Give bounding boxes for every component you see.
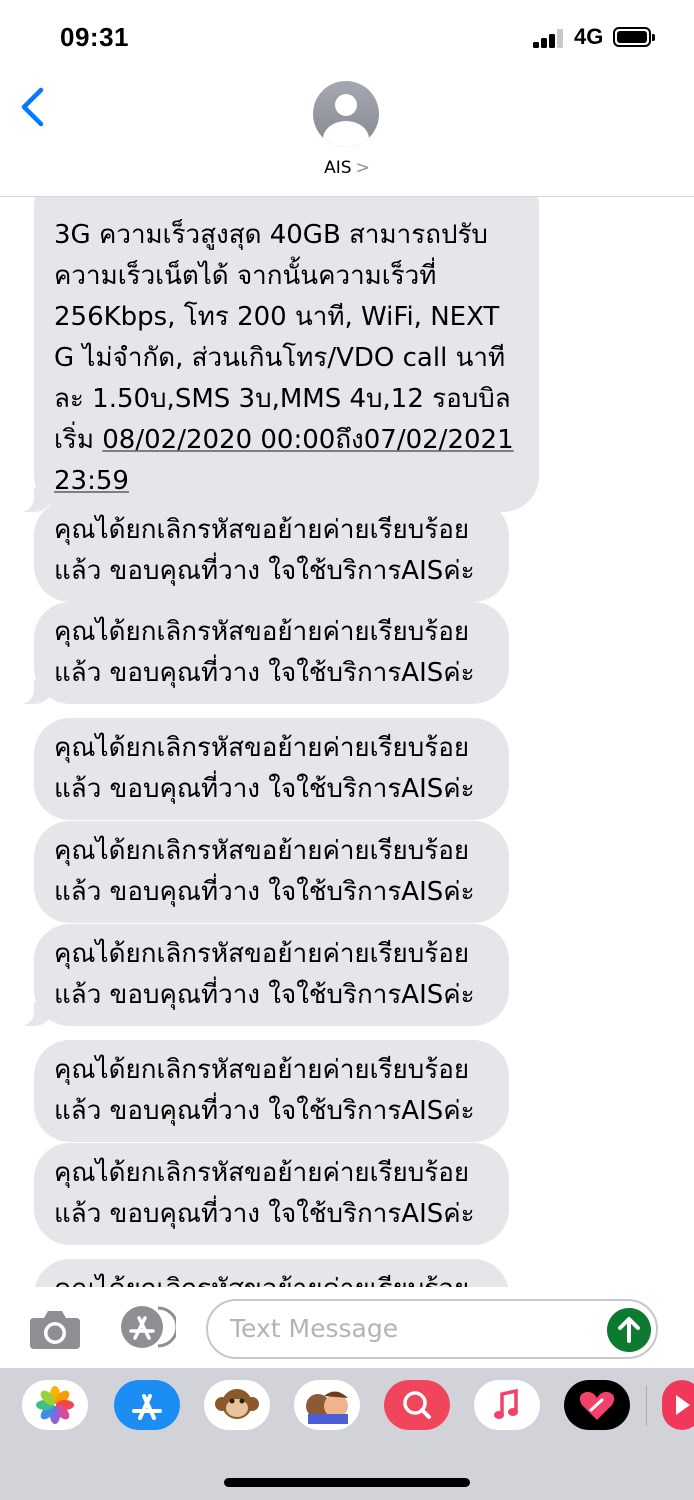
message-line: คุณได้ยกเลิกรหัสขอย้ายค่ายเรียบร้อย: [54, 733, 470, 763]
message-line: 23:59: [54, 461, 517, 502]
message-line: เริ่ม 08/02/2020 00:00ถึง07/02/2021: [54, 425, 514, 455]
back-chevron-icon[interactable]: [18, 86, 48, 128]
message-bubble[interactable]: คุณได้ยกเลิกรหัสขอย้ายค่ายเรียบร้อย แล้ว…: [34, 1259, 509, 1287]
message-list[interactable]: 3G ความเร็วสูงสุด 40GB สามารถปรับ ความเร…: [0, 197, 694, 1287]
message-line: 256Kbps, โทร 200 นาที, WiFi, NEXT: [54, 302, 500, 332]
message-line: แล้ว ขอบคุณที่วาง ใจใช้บริการAISค่ะ: [54, 1096, 475, 1126]
contact-avatar[interactable]: [313, 81, 379, 147]
message-line: แล้ว ขอบคุณที่วาง ใจใช้บริการAISค่ะ: [54, 877, 475, 907]
message-line: 3G ความเร็วสูงสุด 40GB สามารถปรับ: [54, 220, 488, 250]
status-time: 09:31: [60, 22, 129, 52]
cellular-signal-icon: [533, 28, 567, 48]
date-link[interactable]: 08/02/2020 00:00ถึง07/02/2021: [102, 425, 513, 455]
message-bubble[interactable]: คุณได้ยกเลิกรหัสขอย้ายค่ายเรียบร้อย แล้ว…: [12, 924, 509, 1026]
message-line: แล้ว ขอบคุณที่วาง ใจใช้บริการAISค่ะ: [54, 980, 475, 1010]
camera-icon[interactable]: [28, 1308, 82, 1350]
status-bar: 09:31 4G: [0, 0, 694, 72]
message-line: แล้ว ขอบคุณที่วาง ใจใช้บริการAISค่ะ: [54, 658, 475, 688]
compose-bar: Text Message: [0, 1288, 694, 1368]
app-store-icon[interactable]: [114, 1380, 180, 1430]
network-type: 4G: [574, 24, 604, 49]
conversation-header: AIS >: [0, 72, 694, 197]
battery-icon: [613, 27, 655, 47]
animoji-monkey-icon[interactable]: [204, 1380, 270, 1430]
chevron-right-icon: >: [355, 158, 370, 178]
message-line: G ไม่จำกัด, ส่วนเกินโทร/VDO call นาที: [54, 343, 506, 373]
digital-touch-heart-icon[interactable]: [564, 1380, 630, 1430]
imessage-app-drawer: [0, 1368, 694, 1500]
photos-app-icon[interactable]: [22, 1380, 88, 1430]
message-line: คุณได้ยกเลิกรหัสขอย้ายค่ายเรียบร้อย: [54, 836, 470, 866]
message-line: ความเร็วเน็ตได้ จากนั้นความเร็วที่: [54, 261, 437, 291]
message-line: คุณได้ยกเลิกรหัสขอย้ายค่ายเรียบร้อย: [54, 515, 470, 545]
message-input[interactable]: Text Message: [206, 1299, 658, 1359]
message-line: แล้ว ขอบคุณที่วาง ใจใช้บริการAISค่ะ: [54, 1199, 475, 1229]
message-bubble[interactable]: คุณได้ยกเลิกรหัสขอย้ายค่ายเรียบร้อย แล้ว…: [34, 1040, 509, 1142]
message-bubble[interactable]: คุณได้ยกเลิกรหัสขอย้ายค่ายเรียบร้อย แล้ว…: [34, 718, 509, 820]
message-line: ละ 1.50บ,SMS 3บ,MMS 4บ,12 รอบบิล: [54, 384, 511, 414]
message-line: แล้ว ขอบคุณที่วาง ใจใช้บริการAISค่ะ: [54, 556, 475, 586]
message-line: แล้ว ขอบคุณที่วาง ใจใช้บริการAISค่ะ: [54, 774, 475, 804]
message-line: คุณได้ยกเลิกรหัสขอย้ายค่ายเรียบร้อย: [54, 939, 470, 969]
app-store-apps-icon[interactable]: [118, 1304, 176, 1350]
drawer-divider: [646, 1386, 647, 1426]
time-link[interactable]: 23:59: [54, 466, 129, 496]
message-bubble[interactable]: คุณได้ยกเลิกรหัสขอย้ายค่ายเรียบร้อย แล้ว…: [34, 1143, 509, 1245]
message-line: [54, 197, 517, 215]
message-input-placeholder: Text Message: [230, 1314, 399, 1343]
contact-name: AIS: [324, 158, 352, 178]
contact-name-button[interactable]: AIS >: [0, 158, 694, 178]
message-bubble[interactable]: คุณได้ยกเลิกรหัสขอย้ายค่ายเรียบร้อย แล้ว…: [34, 821, 509, 923]
memoji-icon[interactable]: [294, 1380, 360, 1430]
web-image-search-icon[interactable]: [384, 1380, 450, 1430]
message-line: คุณได้ยกเลิกรหัสขอย้ายค่ายเรียบร้อย: [54, 1269, 487, 1287]
music-icon[interactable]: [474, 1380, 540, 1430]
message-line: คุณได้ยกเลิกรหัสขอย้ายค่ายเรียบร้อย: [54, 1158, 470, 1188]
message-line: คุณได้ยกเลิกรหัสขอย้ายค่ายเรียบร้อย: [54, 617, 470, 647]
message-bubble[interactable]: คุณได้ยกเลิกรหัสขอย้ายค่ายเรียบร้อย แล้ว…: [12, 602, 509, 704]
more-apps-icon[interactable]: [662, 1380, 694, 1430]
send-arrow-icon[interactable]: [607, 1308, 651, 1352]
message-line: คุณได้ยกเลิกรหัสขอย้ายค่ายเรียบร้อย: [54, 1055, 470, 1085]
home-indicator[interactable]: [224, 1478, 470, 1487]
message-bubble[interactable]: คุณได้ยกเลิกรหัสขอย้ายค่ายเรียบร้อย แล้ว…: [34, 500, 509, 602]
message-bubble[interactable]: 3G ความเร็วสูงสุด 40GB สามารถปรับ ความเร…: [12, 197, 539, 512]
